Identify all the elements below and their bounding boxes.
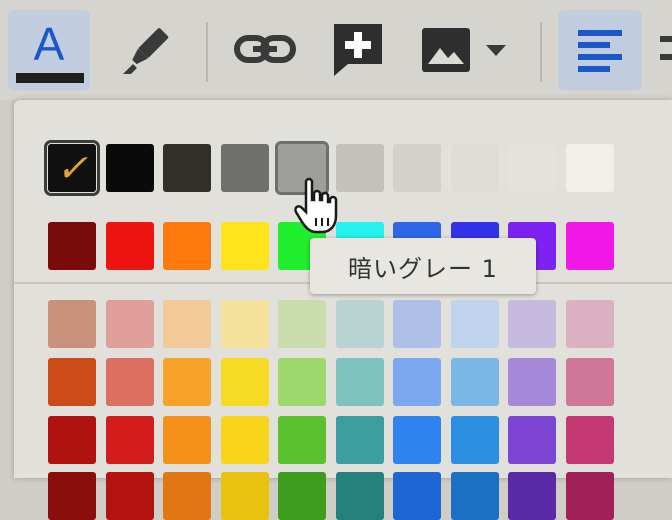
color-swatch[interactable] — [450, 144, 499, 192]
tooltip-text: 暗いグレー 1 — [348, 254, 498, 283]
color-swatch[interactable] — [450, 472, 499, 520]
image-icon — [422, 28, 470, 72]
color-swatch[interactable] — [220, 358, 269, 406]
color-swatch[interactable] — [163, 416, 211, 464]
highlight-button[interactable] — [104, 10, 186, 90]
color-swatch[interactable] — [220, 300, 269, 348]
color-swatch[interactable] — [163, 144, 211, 192]
link-icon — [234, 35, 296, 63]
color-swatch[interactable] — [508, 144, 556, 192]
color-swatch[interactable] — [450, 358, 499, 406]
more-options-edge[interactable] — [660, 30, 672, 70]
add-comment-button[interactable] — [318, 10, 398, 90]
color-swatch[interactable] — [565, 472, 614, 520]
color-swatch[interactable] — [278, 472, 326, 520]
align-left-icon — [578, 30, 622, 72]
link-button[interactable] — [222, 10, 308, 90]
color-swatch[interactable] — [105, 144, 154, 192]
color-swatch[interactable] — [565, 358, 614, 406]
color-swatch[interactable] — [278, 358, 326, 406]
color-swatch[interactable] — [565, 416, 614, 464]
color-swatch[interactable] — [335, 300, 384, 348]
color-swatch[interactable] — [278, 300, 326, 348]
chevron-down-icon — [486, 45, 506, 56]
checkmark-icon: ✓ — [56, 146, 88, 190]
color-swatch[interactable] — [450, 300, 499, 348]
color-swatch[interactable] — [508, 416, 556, 464]
color-swatch[interactable] — [48, 472, 96, 520]
color-swatch[interactable] — [508, 358, 556, 406]
text-color-icon: A — [14, 15, 84, 85]
color-swatch[interactable] — [565, 300, 614, 348]
color-swatch[interactable] — [335, 358, 384, 406]
color-tooltip: 暗いグレー 1 — [310, 238, 536, 294]
text-color-underline — [16, 73, 84, 83]
color-swatch[interactable]: ✓ — [44, 140, 100, 196]
color-swatch[interactable] — [105, 358, 154, 406]
color-swatch[interactable] — [163, 472, 211, 520]
color-swatch[interactable] — [163, 300, 211, 348]
color-swatch[interactable] — [48, 358, 96, 406]
color-swatch[interactable] — [450, 416, 499, 464]
color-swatch[interactable] — [393, 144, 441, 192]
color-swatch[interactable] — [48, 222, 96, 270]
insert-image-button[interactable] — [408, 10, 518, 90]
text-color-button[interactable]: A — [8, 10, 90, 90]
color-swatch[interactable] — [220, 144, 269, 192]
color-swatch[interactable] — [48, 416, 96, 464]
color-swatch[interactable] — [48, 300, 96, 348]
color-swatch[interactable] — [508, 472, 556, 520]
color-swatch[interactable] — [393, 300, 441, 348]
color-swatch[interactable] — [105, 472, 154, 520]
color-swatch[interactable] — [335, 416, 384, 464]
add-comment-icon — [334, 24, 382, 76]
text-color-letter: A — [33, 18, 65, 70]
color-swatch[interactable] — [278, 416, 326, 464]
color-swatch[interactable] — [393, 472, 441, 520]
color-swatch[interactable] — [105, 416, 154, 464]
highlighter-icon — [123, 28, 169, 74]
color-swatch[interactable] — [220, 472, 269, 520]
color-swatch[interactable] — [105, 300, 154, 348]
color-swatch[interactable] — [565, 144, 614, 192]
toolbar-separator — [540, 22, 542, 82]
color-swatch[interactable] — [163, 222, 211, 270]
color-swatch[interactable] — [393, 358, 441, 406]
color-swatch[interactable] — [220, 416, 269, 464]
formatting-toolbar: A — [0, 0, 672, 100]
hand-cursor-icon — [294, 177, 338, 234]
color-swatch[interactable] — [508, 300, 556, 348]
color-swatch[interactable] — [335, 472, 384, 520]
align-button[interactable] — [558, 10, 642, 90]
color-swatch[interactable] — [393, 416, 441, 464]
color-swatch[interactable] — [163, 358, 211, 406]
color-swatch[interactable] — [565, 222, 614, 270]
color-swatch[interactable] — [105, 222, 154, 270]
color-swatch[interactable] — [220, 222, 269, 270]
toolbar-separator — [206, 22, 208, 82]
